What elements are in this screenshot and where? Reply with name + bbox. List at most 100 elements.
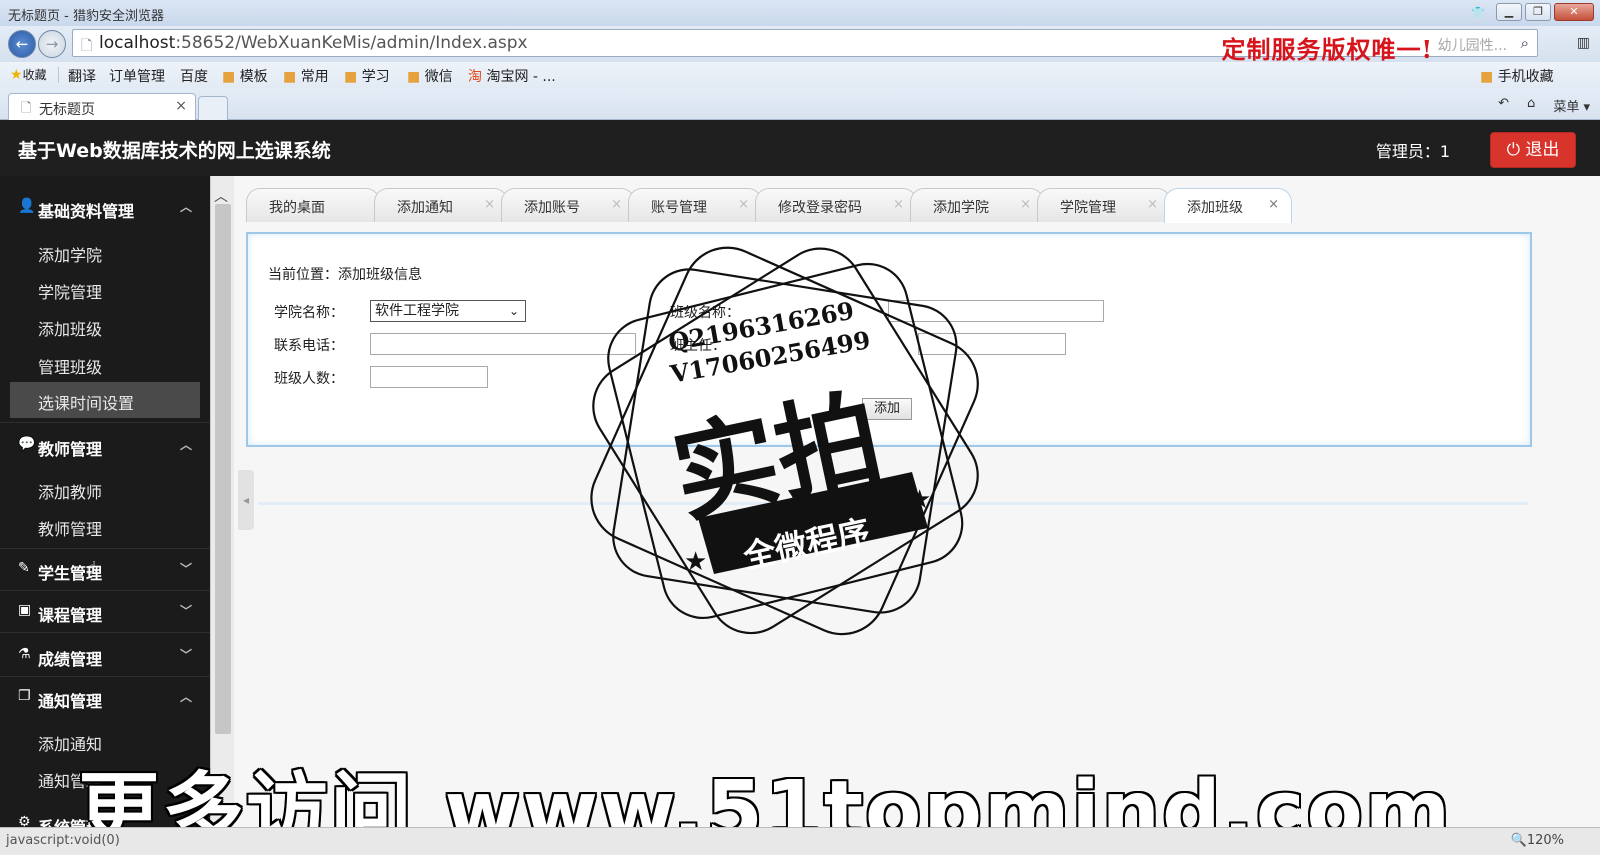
- tab-add-notice[interactable]: 添加通知 ×: [374, 188, 508, 222]
- browser-tab[interactable]: 🗋 无标题页 ×: [8, 93, 196, 120]
- folder-icon: ■: [407, 69, 421, 85]
- scrollbar-thumb[interactable]: [215, 204, 231, 734]
- close-icon[interactable]: ×: [484, 197, 495, 212]
- fav-wechat[interactable]: ■ 微信: [407, 66, 453, 86]
- sidebar-item-add-class[interactable]: 添加班级: [10, 308, 200, 344]
- folder-icon: ■: [1480, 69, 1494, 85]
- admin-label: 管理员：1: [1375, 142, 1450, 161]
- college-label: 学院名称：: [274, 305, 344, 321]
- fav-study[interactable]: ■ 学习: [344, 66, 390, 86]
- fav-common[interactable]: ■ 常用: [283, 66, 329, 86]
- zoom-level[interactable]: 🔍120%: [1511, 833, 1564, 848]
- browser-tab-bar: 🗋 无标题页 × ↶ ⌂ 菜单 ▾: [0, 88, 1600, 120]
- divider: [0, 422, 210, 423]
- app-header: 基于Web数据库技术的网上选课系统 管理员：1 ⏻ 退出: [0, 120, 1600, 176]
- collapse-sidebar-handle[interactable]: ◂: [238, 470, 254, 530]
- copy-icon: ❐: [18, 688, 31, 704]
- flask-icon: ⚗: [18, 646, 31, 662]
- page-icon: 🗋: [21, 101, 32, 116]
- shirt-icon[interactable]: 👕: [1471, 6, 1485, 19]
- sidebar-group-grades[interactable]: ⚗ 成绩管理 ﹀: [0, 636, 210, 676]
- class-count-input[interactable]: [370, 366, 488, 388]
- fav-translate[interactable]: 翻译: [68, 66, 96, 86]
- college-select[interactable]: 软件工程学院 ⌄: [370, 300, 526, 322]
- sidebar-group-student[interactable]: ✎ 学生管理 ﹀: [0, 550, 210, 590]
- close-icon[interactable]: ×: [738, 197, 749, 212]
- chevron-up-icon: ︿: [179, 438, 192, 452]
- menu-button[interactable]: 菜单 ▾: [1553, 96, 1590, 115]
- url-text: localhost:58652/WebXuanKeMis/admin/Index…: [99, 33, 528, 53]
- tab-desktop[interactable]: 我的桌面: [246, 188, 380, 222]
- browser-tab-label: 无标题页: [39, 102, 95, 118]
- forward-button[interactable]: →: [38, 30, 66, 58]
- tab-add-college[interactable]: 添加学院 ×: [910, 188, 1044, 222]
- fav-mobile[interactable]: ■ 手机收藏: [1480, 66, 1554, 86]
- maximize-button[interactable]: ❐: [1525, 3, 1551, 21]
- sidebar-item-course-time[interactable]: 选课时间设置: [10, 382, 200, 418]
- star-icon: ★: [684, 547, 707, 577]
- chevron-up-icon[interactable]: ︿: [214, 186, 228, 206]
- chevron-down-icon: ﹀: [179, 604, 192, 618]
- user-icon: 👤: [18, 198, 36, 214]
- chevron-down-icon: ﹀: [179, 562, 192, 576]
- sidebar-item-class-manage[interactable]: 管理班级: [10, 346, 200, 382]
- close-window-button[interactable]: ✕: [1554, 3, 1594, 21]
- tab-account-manage[interactable]: 账号管理 ×: [628, 188, 762, 222]
- sidebar-group-teacher[interactable]: 💬 教师管理 ︿: [0, 426, 210, 466]
- image-icon: ▣: [18, 602, 32, 618]
- status-text: javascript:void(0): [6, 833, 120, 848]
- stamp-watermark: Q2196316269 V17060256499 实拍 全微程序 ★ ★: [590, 246, 979, 636]
- sidebar-toggle-icon[interactable]: ▥: [1577, 35, 1590, 51]
- close-icon[interactable]: ×: [1268, 197, 1279, 212]
- favorites-bar: ★收藏 翻译 订单管理 百度 ■ 模板 ■ 常用 ■ 学习 ■ 微信 淘 淘宝网…: [0, 62, 1600, 88]
- search-icon[interactable]: ⌕: [1521, 34, 1529, 52]
- address-bar[interactable]: 🗋 localhost:58652/WebXuanKeMis/admin/Ind…: [72, 29, 1538, 64]
- back-button[interactable]: ←: [8, 30, 36, 58]
- home-icon[interactable]: ⌂: [1527, 96, 1535, 115]
- fav-collect[interactable]: ★收藏: [10, 66, 47, 83]
- sidebar-group-notice[interactable]: ❐ 通知管理 ︿: [0, 678, 210, 718]
- logout-button[interactable]: ⏻ 退出: [1490, 132, 1576, 168]
- browser-title-bar: 无标题页 - 猎豹安全浏览器 👕 ▁ ❐ ✕: [0, 0, 1600, 26]
- fav-baidu[interactable]: 百度: [180, 66, 208, 86]
- undo-icon[interactable]: ↶: [1498, 96, 1509, 115]
- sidebar-group-course[interactable]: ▣ 课程管理 ﹀: [0, 592, 210, 632]
- fav-taobao[interactable]: 淘 淘宝网 - ...: [468, 66, 556, 86]
- new-tab-button[interactable]: [198, 96, 228, 120]
- close-tab-icon[interactable]: ×: [175, 98, 187, 114]
- window-controls: 👕 ▁ ❐ ✕: [1471, 3, 1594, 21]
- search-hint: 幼儿园性...: [1437, 38, 1507, 54]
- edit-icon: ✎: [18, 560, 30, 576]
- divider: [0, 590, 210, 591]
- fav-orders[interactable]: 订单管理: [109, 66, 165, 86]
- close-icon[interactable]: ×: [611, 197, 622, 212]
- close-icon[interactable]: ×: [893, 197, 904, 212]
- star-icon: ★: [908, 485, 931, 515]
- system-title: 基于Web数据库技术的网上选课系统: [18, 140, 331, 162]
- fav-templates[interactable]: ■ 模板: [222, 66, 268, 86]
- sidebar-item-add-teacher[interactable]: 添加教师: [10, 471, 200, 507]
- chevron-down-icon: ⌄: [508, 304, 519, 318]
- power-icon: ⏻: [1506, 140, 1521, 160]
- tab-college-manage[interactable]: 学院管理 ×: [1037, 188, 1171, 222]
- browser-tools: ↶ ⌂ 菜单 ▾: [1498, 96, 1590, 115]
- divider: [58, 67, 59, 83]
- sidebar-group-basic[interactable]: 👤 基础资料管理 ︿: [0, 188, 210, 228]
- minimize-button[interactable]: ▁: [1496, 3, 1522, 21]
- tab-change-password[interactable]: 修改登录密码 ×: [755, 188, 917, 222]
- tab-add-account[interactable]: 添加账号 ×: [501, 188, 635, 222]
- sidebar-scrollbar[interactable]: ︿: [210, 176, 234, 840]
- sidebar: 👤 基础资料管理 ︿ 添加学院 学院管理 添加班级 管理班级 选课时间设置 ☝ …: [0, 176, 210, 840]
- divider: [0, 632, 210, 633]
- close-icon[interactable]: ×: [1020, 197, 1031, 212]
- breadcrumb: 当前位置：添加班级信息: [268, 267, 422, 283]
- folder-icon: ■: [222, 69, 236, 85]
- sidebar-item-teacher-manage[interactable]: 教师管理: [10, 508, 200, 544]
- sidebar-item-college-manage[interactable]: 学院管理: [10, 271, 200, 307]
- sidebar-item-add-college[interactable]: 添加学院: [10, 234, 200, 270]
- taobao-icon: 淘: [468, 69, 482, 85]
- close-icon[interactable]: ×: [1147, 197, 1158, 212]
- promo-watermark: 定制服务版权唯一!: [1221, 35, 1433, 64]
- tab-add-class[interactable]: 添加班级 ×: [1164, 188, 1292, 223]
- chevron-down-icon: ﹀: [179, 648, 192, 662]
